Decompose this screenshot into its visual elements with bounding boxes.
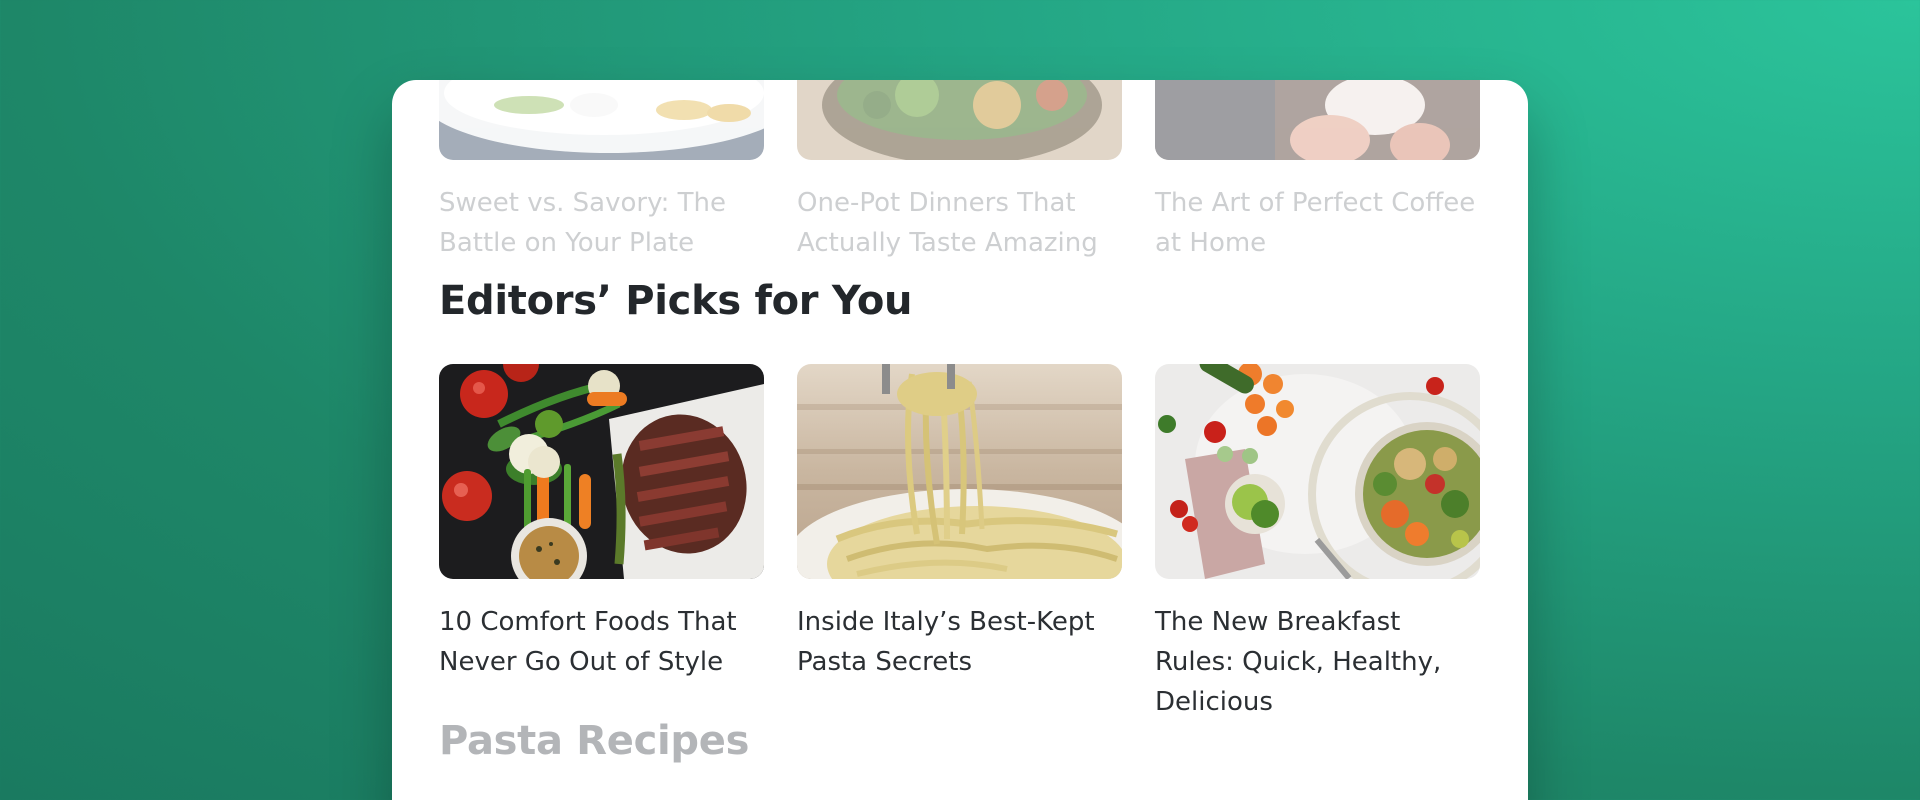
article-card[interactable]: The New Breakfast Rules: Quick, Healthy,…	[1155, 364, 1480, 722]
article-title: Inside Italy’s Best-Kept Pasta Secrets	[797, 607, 1095, 677]
article-title: Sweet vs. Savory: The Battle on Your Pla…	[439, 188, 726, 258]
next-section-header: Pasta Recipes	[439, 718, 1481, 768]
plate-fries-image	[439, 80, 764, 160]
salad-bowl-image	[797, 80, 1122, 160]
pasta-fork-image	[797, 364, 1122, 579]
article-card[interactable]: Sweet vs. Savory: The Battle on Your Pla…	[439, 80, 764, 263]
article-card[interactable]: Inside Italy’s Best-Kept Pasta Secrets	[797, 364, 1122, 722]
section-title: Editors’ Picks for You	[439, 278, 913, 324]
article-title: 10 Comfort Foods That Never Go Out of St…	[439, 607, 737, 677]
article-title: The New Breakfast Rules: Quick, Healthy,…	[1155, 607, 1442, 717]
article-card[interactable]: The Art of Perfect Coffee at Home	[1155, 80, 1480, 263]
steak-vegetables-image	[439, 364, 764, 579]
section-title: Pasta Recipes	[439, 718, 750, 764]
healthy-bowl-image	[1155, 364, 1480, 579]
coffee-cup-image	[1155, 80, 1480, 160]
article-card[interactable]: One-Pot Dinners That Actually Taste Amaz…	[797, 80, 1122, 263]
article-card[interactable]: 10 Comfort Foods That Never Go Out of St…	[439, 364, 764, 722]
article-title: The Art of Perfect Coffee at Home	[1155, 188, 1476, 258]
editors-picks-row: 10 Comfort Foods That Never Go Out of St…	[439, 364, 1481, 722]
previous-articles-row: Sweet vs. Savory: The Battle on Your Pla…	[439, 80, 1481, 263]
section-header: Editors’ Picks for You	[439, 278, 1481, 328]
article-title: One-Pot Dinners That Actually Taste Amaz…	[797, 188, 1098, 258]
content-panel: Sweet vs. Savory: The Battle on Your Pla…	[392, 80, 1528, 800]
